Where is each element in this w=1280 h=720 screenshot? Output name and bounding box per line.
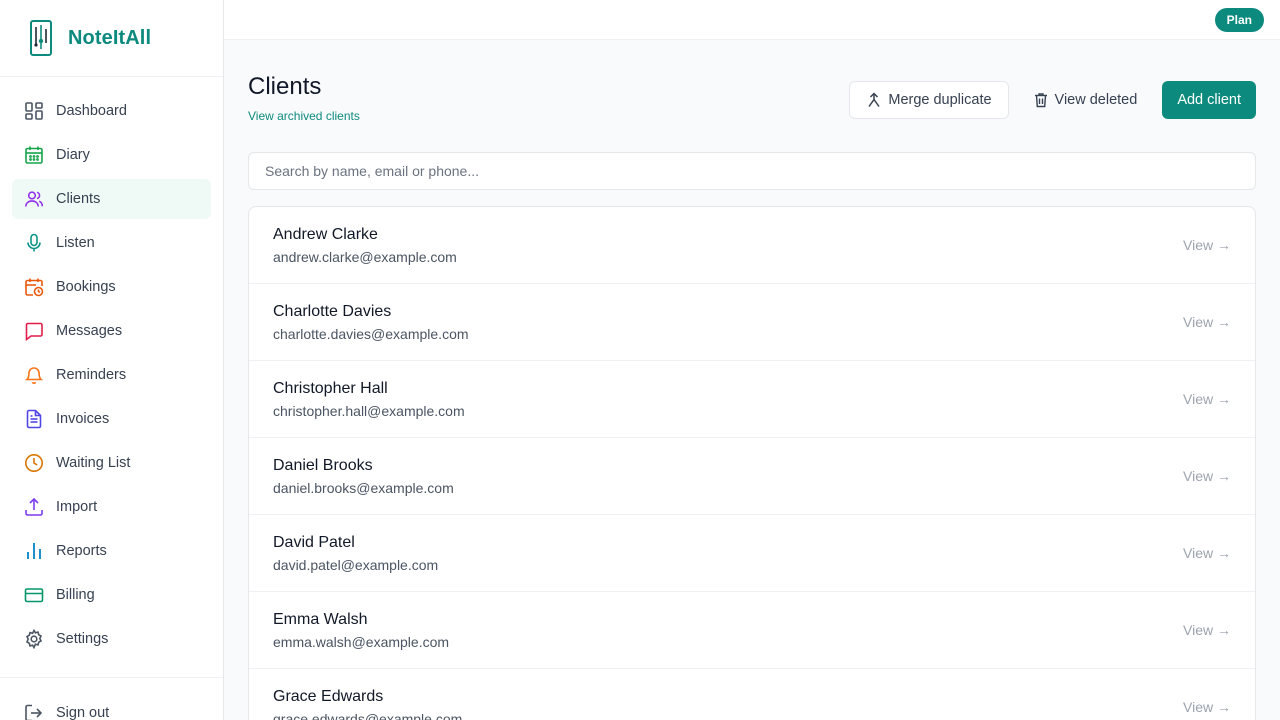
merge-icon [866, 92, 882, 108]
trash-icon [1033, 92, 1049, 108]
merge-duplicate-label: Merge duplicate [888, 92, 992, 108]
sidebar-item-messages[interactable]: Messages [12, 311, 211, 351]
client-info: Christopher Hall christopher.hall@exampl… [273, 380, 465, 419]
view-deleted-button[interactable]: View deleted [1009, 81, 1155, 119]
sidebar-item-bookings[interactable]: Bookings [12, 267, 211, 307]
client-name: Grace Edwards [273, 687, 384, 705]
gear-icon [24, 629, 44, 649]
list-item[interactable]: Charlotte Davies charlotte.davies@exampl… [249, 284, 1255, 361]
client-list: Andrew Clarke andrew.clarke@example.com … [248, 206, 1256, 720]
view-client-link[interactable]: View → [1183, 468, 1231, 484]
view-client-link[interactable]: View → [1183, 391, 1231, 407]
sidebar-item-label: Settings [56, 631, 109, 647]
sidebar-item-label: Invoices [56, 411, 110, 427]
sidebar-item-label: Listen [56, 235, 95, 251]
client-info: David Patel david.patel@example.com [273, 534, 438, 573]
app-name: NoteItAll [68, 26, 152, 49]
page-header: Clients View archived clients Merge dupl… [248, 40, 1256, 152]
sidebar-item-invoices[interactable]: Invoices [12, 399, 211, 439]
list-item[interactable]: Andrew Clarke andrew.clarke@example.com … [249, 207, 1255, 284]
sign-out-icon [24, 703, 44, 720]
sidebar-item-label: Reminders [56, 367, 127, 383]
calendar-icon [24, 145, 44, 165]
add-client-button[interactable]: Add client [1162, 81, 1256, 119]
microphone-icon [24, 233, 44, 253]
client-email: charlotte.davies@example.com [273, 325, 469, 342]
document-icon [24, 409, 44, 429]
header-actions: Merge duplicate View deleted Add client [849, 81, 1256, 119]
view-client-link[interactable]: View → [1183, 699, 1231, 715]
client-email: daniel.brooks@example.com [273, 479, 454, 496]
list-item[interactable]: Grace Edwards grace.edwards@example.com … [249, 669, 1255, 720]
logo-icon [28, 18, 56, 58]
sidebar-item-label: Bookings [56, 279, 116, 295]
sidebar-item-reminders[interactable]: Reminders [12, 355, 211, 395]
client-info: Andrew Clarke andrew.clarke@example.com [273, 226, 457, 265]
view-archived-clients-link[interactable]: View archived clients [248, 109, 360, 123]
sidebar-item-settings[interactable]: Settings [12, 619, 211, 659]
sidebar-item-billing[interactable]: Billing [12, 575, 211, 615]
brand[interactable]: NoteItAll [0, 0, 223, 77]
dashboard-icon [24, 101, 44, 121]
sidebar-item-waiting-list[interactable]: Waiting List [12, 443, 211, 483]
upload-icon [24, 497, 44, 517]
sidebar-item-dashboard[interactable]: Dashboard [12, 91, 211, 131]
sidebar-item-clients[interactable]: Clients [12, 179, 211, 219]
client-email: david.patel@example.com [273, 556, 439, 573]
client-name: Christopher Hall [273, 379, 388, 397]
sidebar-item-label: Messages [56, 323, 123, 339]
search-input[interactable] [248, 152, 1256, 190]
client-email: grace.edwards@example.com [273, 710, 463, 720]
view-client-link[interactable]: View → [1183, 314, 1231, 330]
sidebar-item-listen[interactable]: Listen [12, 223, 211, 263]
client-info: Daniel Brooks daniel.brooks@example.com [273, 457, 454, 496]
calendar-clock-icon [24, 277, 44, 297]
list-item[interactable]: David Patel david.patel@example.com View… [249, 515, 1255, 592]
view-deleted-label: View deleted [1054, 92, 1138, 108]
sidebar-item-label: Waiting List [56, 455, 131, 471]
client-name: Charlotte Davies [273, 302, 392, 320]
client-info: Charlotte Davies charlotte.davies@exampl… [273, 303, 469, 342]
list-item[interactable]: Emma Walsh emma.walsh@example.com View → [249, 592, 1255, 669]
sidebar-item-label: Billing [56, 587, 95, 603]
list-item[interactable]: Daniel Brooks daniel.brooks@example.com … [249, 438, 1255, 515]
main-content: Clients View archived clients Merge dupl… [248, 40, 1256, 720]
sidebar-item-label: Diary [56, 147, 90, 163]
client-name: Daniel Brooks [273, 456, 373, 474]
sidebar-item-reports[interactable]: Reports [12, 531, 211, 571]
credit-card-icon [24, 585, 44, 605]
clock-icon [24, 453, 44, 473]
page-title: Clients [248, 73, 322, 100]
divider [0, 677, 223, 678]
client-info: Grace Edwards grace.edwards@example.com [273, 688, 462, 720]
sidebar-item-label: Clients [56, 191, 101, 207]
sidebar-item-label: Import [56, 499, 98, 515]
client-email: christopher.hall@example.com [273, 402, 465, 419]
sidebar-nav: Dashboard Diary Clients Listen Bookings … [0, 77, 223, 659]
client-email: andrew.clarke@example.com [273, 248, 457, 265]
client-name: Andrew Clarke [273, 225, 378, 243]
merge-duplicate-button[interactable]: Merge duplicate [849, 81, 1009, 119]
client-info: Emma Walsh emma.walsh@example.com [273, 611, 449, 650]
bar-chart-icon [24, 541, 44, 561]
sidebar-item-diary[interactable]: Diary [12, 135, 211, 175]
sidebar-item-label: Dashboard [56, 103, 127, 119]
sidebar-item-label: Reports [56, 543, 107, 559]
view-client-link[interactable]: View → [1183, 622, 1231, 638]
sign-out-label: Sign out [56, 705, 110, 720]
topbar: Plan [224, 0, 1280, 40]
sidebar: NoteItAll Dashboard Diary Clients Listen… [0, 0, 224, 720]
view-client-link[interactable]: View → [1183, 545, 1231, 561]
message-icon [24, 321, 44, 341]
sidebar-item-import[interactable]: Import [12, 487, 211, 527]
client-name: Emma Walsh [273, 610, 368, 628]
list-item[interactable]: Christopher Hall christopher.hall@exampl… [249, 361, 1255, 438]
client-email: emma.walsh@example.com [273, 633, 450, 650]
sign-out-button[interactable]: Sign out [24, 703, 109, 720]
plan-badge[interactable]: Plan [1214, 8, 1264, 32]
view-client-link[interactable]: View → [1183, 237, 1231, 253]
client-name: David Patel [273, 533, 355, 551]
users-icon [24, 189, 44, 209]
bell-icon [24, 365, 44, 385]
